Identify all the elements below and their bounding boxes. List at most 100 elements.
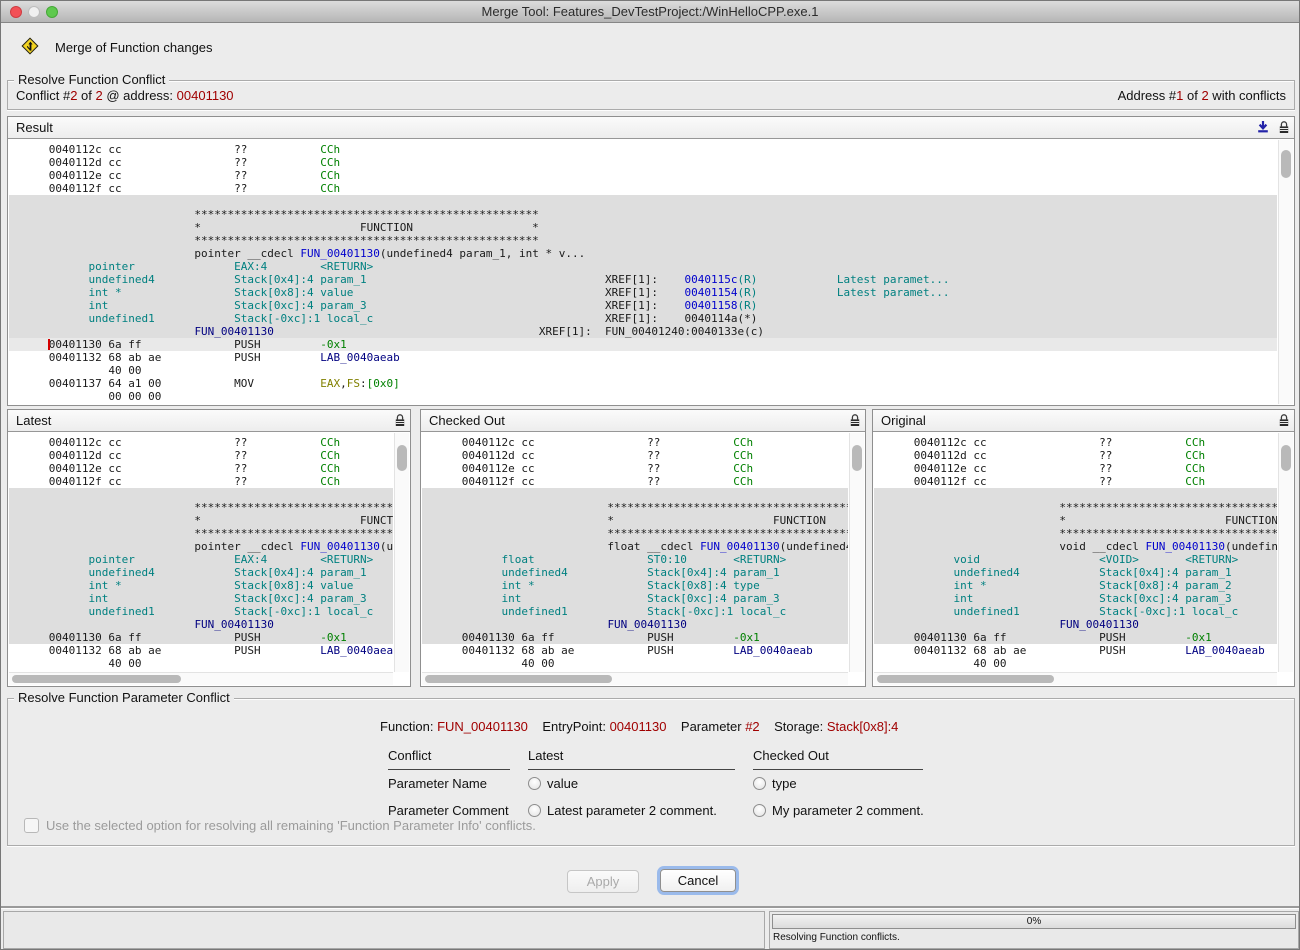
listing-line: 0040112d cc ?? CCh [9,156,1277,169]
listing-line: * FUNCTION * [9,514,393,527]
result-panel-header: Result [8,117,1294,139]
listing-line: FUN_00401130 [422,618,848,631]
statusbar-divider [1,906,1299,909]
radio-icon[interactable] [528,777,541,790]
progress-bar: 0% [772,914,1296,929]
radio-option-checked-out-name[interactable]: type [753,776,941,791]
result-vertical-scrollbar[interactable] [1278,140,1293,404]
listing-line: 40 00 [9,657,393,670]
radio-label: Latest parameter 2 comment. [547,803,717,818]
listing-line: undefined1 Stack[-0xc]:1 local_c [422,605,848,618]
listing-line: undefined1 Stack[-0xc]:1 local_c XREF[1]… [9,312,1277,325]
listing-line: 00401132 68 ab ae PUSH LAB_0040aeab [9,351,1277,364]
listing-line: 00401130 6a ff PUSH -0x1 [422,631,848,644]
column-header-latest: Latest [528,748,735,770]
resolve-function-conflict-group: Resolve Function Conflict Conflict #2 of… [7,80,1295,110]
listing-line: 00401132 68 ab ae PUSH LAB_0040aeab [874,644,1277,657]
original-panel: Original 0040112c cc ?? CCh 0040112d cc … [872,409,1295,687]
radio-icon[interactable] [528,804,541,817]
window-title: Merge Tool: Features_DevTestProject:/Win… [1,1,1299,22]
latest-vertical-scrollbar[interactable] [394,433,409,672]
listing-line: ****************************************… [422,501,848,514]
listing-line: 0040112e cc ?? CCh [9,169,1277,182]
listing-line: 0040112c cc ?? CCh [9,436,393,449]
listing-line: int Stack[0xc]:4 param_3 XREF[1]: 004011… [9,299,1277,312]
listing-line: 00401130 6a ff PUSH -0x1 [874,631,1277,644]
column-header-conflict: Conflict [388,748,510,770]
merge-icon [21,37,41,57]
use-for-all-label: Use the selected option for resolving al… [46,818,536,833]
close-button[interactable] [10,6,22,18]
latest-panel: Latest 0040112c cc ?? CCh 0040112d cc ??… [7,409,411,687]
listing-line: FUN_00401130 [874,618,1277,631]
checked-out-panel-header: Checked Out [421,410,865,432]
latest-horizontal-scrollbar[interactable] [9,672,393,685]
goto-conflict-icon[interactable] [1256,120,1270,135]
listing-line: ****************************************… [9,234,1277,247]
row-label-parameter-comment: Parameter Comment [388,803,528,818]
cancel-button[interactable]: Cancel [660,869,736,892]
listing-line: ****************************************… [9,527,393,540]
radio-icon[interactable] [753,804,766,817]
listing-line [9,195,1277,208]
listing-line: 0040112d cc ?? CCh [874,449,1277,462]
listing-line: 0040112f cc ?? CCh [422,475,848,488]
checked-out-listing[interactable]: 0040112c cc ?? CCh 0040112d cc ?? CCh 00… [422,433,848,672]
latest-listing[interactable]: 0040112c cc ?? CCh 0040112d cc ?? CCh 00… [9,433,393,672]
original-vertical-scrollbar[interactable] [1278,433,1293,672]
listing-line: 00401130 6a ff PUSH -0x1 [9,338,1277,351]
lock-icon[interactable] [1278,413,1290,428]
listing-line: 0040112c cc ?? CCh [422,436,848,449]
listing-line: undefined4 Stack[0x4]:4 param_1 XREF[1]:… [9,273,1277,286]
result-panel-title: Result [16,117,53,138]
merge-header: Merge of Function changes [21,37,213,57]
latest-panel-header: Latest [8,410,410,432]
apply-button[interactable]: Apply [567,870,639,893]
checked-out-vertical-scrollbar[interactable] [849,433,864,672]
result-listing[interactable]: 0040112c cc ?? CCh 0040112d cc ?? CCh 00… [9,140,1277,404]
listing-line: 0040112f cc ?? CCh [9,475,393,488]
listing-line: void <VOID> <RETURN> [874,553,1277,566]
listing-line: pointer __cdecl FUN_00401130(undefined4 … [9,247,1277,260]
merge-header-title: Merge of Function changes [55,40,213,55]
listing-line: 40 00 [9,364,1277,377]
minimize-button[interactable] [28,6,40,18]
listing-line: float __cdecl FUN_00401130(undefined4 pa… [422,540,848,553]
lock-icon[interactable] [849,413,861,428]
listing-line: 00401132 68 ab ae PUSH LAB_0040aeab [422,644,848,657]
listing-line [9,488,393,501]
lock-icon[interactable] [394,413,406,428]
checked-out-horizontal-scrollbar[interactable] [422,672,848,685]
listing-line: int * Stack[0x8]:4 type [422,579,848,592]
original-listing[interactable]: 0040112c cc ?? CCh 0040112d cc ?? CCh 00… [874,433,1277,672]
listing-line: 0040112e cc ?? CCh [874,462,1277,475]
listing-line: FUN_00401130 XREF[1]: FUN_00401240:00401… [9,325,1277,338]
original-panel-header: Original [873,410,1294,432]
radio-option-latest-comment[interactable]: Latest parameter 2 comment. [528,803,753,818]
lock-icon[interactable] [1278,120,1290,135]
listing-line: int Stack[0xc]:4 param_3 [422,592,848,605]
listing-line: 0040112d cc ?? CCh [422,449,848,462]
parameter-conflict-table: Conflict Latest Checked Out Parameter Na… [388,743,941,824]
merge-tool-window: Merge Tool: Features_DevTestProject:/Win… [0,0,1300,950]
use-for-all-checkbox[interactable] [24,818,39,833]
radio-option-checked-out-comment[interactable]: My parameter 2 comment. [753,803,941,818]
listing-line: 0040112c cc ?? CCh [874,436,1277,449]
listing-line: undefined4 Stack[0x4]:4 param_1 [874,566,1277,579]
column-header-checked-out: Checked Out [753,748,923,770]
listing-line: ****************************************… [9,208,1277,221]
listing-line: float ST0:10 <RETURN> [422,553,848,566]
listing-line: ****************************************… [422,527,848,540]
radio-label: My parameter 2 comment. [772,803,924,818]
listing-line: 0040112c cc ?? CCh [9,143,1277,156]
checked-out-panel-title: Checked Out [429,410,505,431]
row-label-parameter-name: Parameter Name [388,776,528,791]
listing-line: undefined1 Stack[-0xc]:1 local_c [874,605,1277,618]
statusbar-progress-area: 0% Resolving Function conflicts. [769,911,1299,949]
radio-option-latest-name[interactable]: value [528,776,753,791]
checked-out-panel: Checked Out 0040112c cc ?? CCh 0040112d … [420,409,866,687]
radio-icon[interactable] [753,777,766,790]
original-horizontal-scrollbar[interactable] [874,672,1277,685]
resolve-parameter-conflict-group: Resolve Function Parameter Conflict Func… [7,698,1295,846]
zoom-button[interactable] [46,6,58,18]
